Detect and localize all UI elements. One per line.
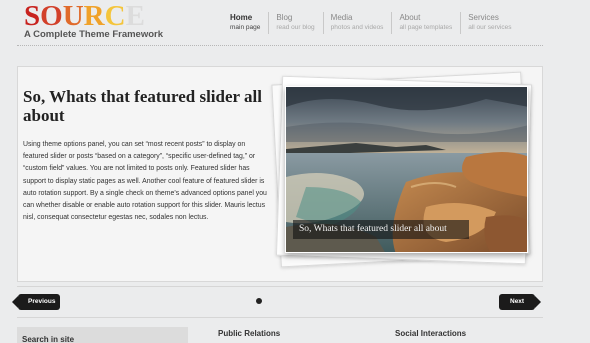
slide-indicator-dot[interactable] [256,298,262,304]
slider-divider [17,286,543,287]
header-divider [17,45,543,46]
slide-caption[interactable]: So, Whats that featured slider all about [293,220,469,239]
nav-item-title: Home [230,13,253,22]
featured-body: Using theme options panel, you can set “… [23,141,267,222]
nav-item-about[interactable]: About all page templates [391,12,460,34]
nav-item-subtitle: main page [230,24,261,31]
content-divider [17,317,543,318]
nav-item-subtitle: all page templates [399,24,453,31]
nav-item-subtitle: all our services [468,24,512,31]
nav-item-title: Blog [276,13,293,22]
logo-letter: O [40,0,63,32]
nav-item-blog[interactable]: Blog read our blog [268,12,322,34]
logo-letter: U [62,0,84,32]
featured-title[interactable]: So, Whats that featured slider all about [23,87,268,125]
next-button[interactable]: Next [499,294,541,310]
logo-letter: R [83,0,105,32]
nav-item-subtitle: read our blog [276,24,315,31]
nav-item-title: Media [330,13,353,22]
nav-item-home[interactable]: Home main page [223,12,268,34]
nav-item-media[interactable]: Media photos and videos [322,12,392,34]
social-interactions-title: Social Interactions [395,329,467,338]
public-relations-title: Public Relations [218,329,281,338]
logo-letter: E [125,0,145,32]
nav-item-services[interactable]: Services all our services [460,12,519,34]
nav-item-subtitle: photos and videos [330,24,384,31]
nav-item-title: Services [468,13,499,22]
logo-letter: C [104,0,126,32]
site-tagline: A Complete Theme Framework [24,29,164,40]
search-widget-title: Search in site [22,335,75,343]
nav-item-title: About [399,13,421,22]
logo-letter: S [24,0,41,32]
main-nav: Home main page Blog read our blog Media … [223,12,520,34]
previous-button[interactable]: Previous [12,294,60,310]
site-logo[interactable]: SOURCE [24,1,145,31]
